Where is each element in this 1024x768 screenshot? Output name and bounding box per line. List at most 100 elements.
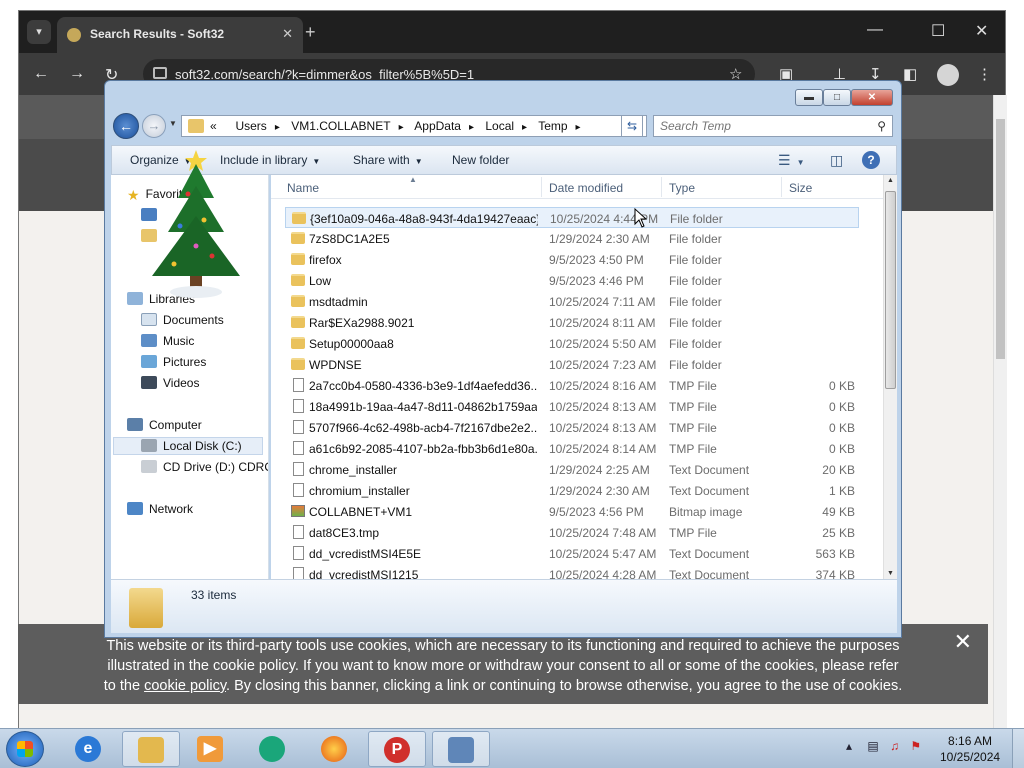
page-scrollbar-thumb[interactable] <box>996 119 1005 359</box>
side-panel-icon[interactable]: ◧ <box>903 65 917 83</box>
file-row[interactable]: dd_vcredistMSI4E5E 10/25/2024 5:47 AM Text… <box>285 543 859 564</box>
explorer-forward-button[interactable]: → <box>142 114 166 138</box>
search-icon[interactable]: ⚲ <box>877 119 886 133</box>
taskbar-file-explorer[interactable] <box>122 731 180 767</box>
file-row[interactable]: 5707f966-4c62-498b-acb4-7f2167dbe2e2....… <box>285 417 859 438</box>
refresh-icon[interactable]: ⇆ <box>621 115 643 137</box>
file-row[interactable]: {3ef10a09-046a-48a8-943f-4da19427eaac} 10… <box>285 207 859 228</box>
new-folder-button[interactable]: New folder <box>452 153 509 167</box>
nav-music[interactable]: Music <box>141 334 194 348</box>
file-type: File folder <box>669 295 722 309</box>
cookie-text-prefix: to the <box>103 678 145 694</box>
network-status-icon[interactable]: ▤ <box>867 739 878 753</box>
start-button[interactable] <box>6 731 44 767</box>
nav-local-disk-label: Local Disk (C:) <box>163 439 242 453</box>
file-row[interactable]: COLLABNET+VM1 9/5/2023 4:56 PM Bitmap imag… <box>285 501 859 522</box>
chevron-right-icon[interactable]: ▸ <box>522 122 527 133</box>
clock[interactable]: 8:16 AM 10/25/2024 <box>940 733 1000 765</box>
file-row[interactable]: chromium_installer 1/29/2024 2:30 AM Text … <box>285 480 859 501</box>
file-row[interactable]: a61c6b92-2085-4107-bb2a-fbb3b6d1e80a... 1… <box>285 438 859 459</box>
search-input[interactable] <box>660 117 870 135</box>
file-name: chromium_installer <box>309 484 410 498</box>
scroll-up-icon[interactable]: ▲ <box>887 177 894 184</box>
view-options-icon[interactable]: ☰ ▼ <box>778 152 804 169</box>
christmas-tree-gadget[interactable] <box>150 146 242 302</box>
cookie-policy-link[interactable]: cookie policy <box>144 678 226 694</box>
nav-local-disk[interactable]: Local Disk (C:) <box>113 437 263 455</box>
chevron-right-icon[interactable]: ▸ <box>399 122 404 133</box>
breadcrumb-temp[interactable]: Temp <box>538 119 567 133</box>
preview-pane-icon[interactable]: ◫ <box>830 152 843 169</box>
file-row[interactable]: Setup00000aa8 10/25/2024 5:50 AM File fold… <box>285 333 859 354</box>
page-scrollbar[interactable] <box>993 95 1007 729</box>
taskbar-firefox[interactable] <box>306 731 364 767</box>
show-desktop-button[interactable] <box>1012 729 1024 768</box>
recent-pages-dropdown-icon[interactable]: ▼ <box>169 119 177 128</box>
minimize-icon[interactable]: — <box>867 21 883 39</box>
menu-kebab-icon[interactable]: ⋮ <box>977 65 992 83</box>
tab-close-icon[interactable]: ✕ <box>282 26 293 42</box>
maximize-icon[interactable]: ☐ <box>931 21 945 41</box>
file-row[interactable]: Rar$EXa2988.9021 10/25/2024 8:11 AM File f… <box>285 312 859 333</box>
nav-computer[interactable]: Computer <box>127 418 202 432</box>
breadcrumb-users[interactable]: Users <box>235 119 266 133</box>
search-box[interactable]: ⚲ <box>653 115 893 137</box>
forward-arrow-icon[interactable]: → <box>69 65 85 83</box>
file-list-scrollbar[interactable]: ▲ ▼ <box>883 175 897 579</box>
file-row[interactable]: WPDNSE 10/25/2024 7:23 AM File folder <box>285 354 859 375</box>
taskbar-chat-app[interactable] <box>244 731 302 767</box>
new-tab-button[interactable]: + <box>305 22 316 43</box>
show-hidden-icons-icon[interactable]: ▴ <box>846 739 852 753</box>
taskbar-p-app[interactable]: P <box>368 731 426 767</box>
file-row[interactable]: dat8CE3.tmp 10/25/2024 7:48 AM TMP File 25 … <box>285 522 859 543</box>
taskbar-internet-explorer[interactable]: e <box>60 731 118 767</box>
share-with-button[interactable]: Share with ▼ <box>353 153 423 167</box>
column-name[interactable]: Name <box>287 181 319 195</box>
column-size[interactable]: Size <box>789 181 812 195</box>
back-arrow-icon[interactable]: ← <box>33 65 49 83</box>
file-list-scrollbar-thumb[interactable] <box>885 191 896 389</box>
site-info-icon[interactable] <box>153 67 167 79</box>
file-row[interactable]: firefox 9/5/2023 4:50 PM File folder <box>285 249 859 270</box>
nav-pictures[interactable]: Pictures <box>141 355 206 369</box>
file-row[interactable]: Low 9/5/2023 4:46 PM File folder <box>285 270 859 291</box>
explorer-close-button[interactable]: ✕ <box>851 89 893 106</box>
chevron-down-icon: ▼ <box>414 157 423 166</box>
chevron-right-icon[interactable]: ▸ <box>275 122 280 133</box>
action-center-icon[interactable]: ⚑ <box>910 739 921 753</box>
breadcrumb-local[interactable]: Local <box>485 119 514 133</box>
breadcrumb-appdata[interactable]: AppData <box>414 119 461 133</box>
chevron-right-icon[interactable]: ▸ <box>576 122 581 133</box>
explorer-minimize-button[interactable]: ▬ <box>795 89 823 106</box>
file-row[interactable]: dd_vcredistMSI1215 10/25/2024 4:28 AM Text… <box>285 564 859 579</box>
close-window-icon[interactable]: ✕ <box>975 21 988 41</box>
explorer-address-bar[interactable]: « Users ▸ VM1.COLLABNET ▸ AppData ▸ Local ▸ … <box>181 115 647 137</box>
breadcrumb-vm1[interactable]: VM1.COLLABNET <box>291 119 390 133</box>
chevron-right-icon[interactable]: ▸ <box>469 122 474 133</box>
column-date-modified[interactable]: Date modified <box>549 181 623 195</box>
column-type[interactable]: Type <box>669 181 695 195</box>
file-type: File folder <box>669 358 722 372</box>
nav-videos[interactable]: Videos <box>141 376 199 390</box>
profile-avatar[interactable] <box>937 64 959 86</box>
explorer-back-button[interactable]: ← <box>113 113 139 139</box>
nav-cd-drive[interactable]: CD Drive (D:) CDROM <box>141 460 268 474</box>
help-icon[interactable]: ? <box>862 151 880 169</box>
nav-documents[interactable]: Documents <box>141 313 224 327</box>
explorer-maximize-button[interactable]: □ <box>823 89 851 106</box>
volume-muted-icon[interactable]: ♫ <box>890 739 899 753</box>
nav-network[interactable]: Network <box>127 502 193 516</box>
file-date-modified: 10/25/2024 5:47 AM <box>549 547 657 561</box>
file-row[interactable]: 7zS8DC1A2E5 1/29/2024 2:30 AM File folder <box>285 228 859 249</box>
file-row[interactable]: 18a4991b-19aa-4a47-8d11-04862b1759aa... 1… <box>285 396 859 417</box>
tab-search-button[interactable]: ▾ <box>27 20 51 44</box>
tab-search-results[interactable]: Search Results - Soft32 ✕ <box>57 17 303 53</box>
file-row[interactable]: msdtadmin 10/25/2024 7:11 AM File folder <box>285 291 859 312</box>
cookie-close-icon[interactable]: ✕ <box>954 631 972 653</box>
file-row[interactable]: 2a7cc0b4-0580-4336-b3e9-1df4aefedd36....… <box>285 375 859 396</box>
taskbar-media-player[interactable]: ▶ <box>182 731 240 767</box>
scroll-down-icon[interactable]: ▼ <box>887 570 894 577</box>
file-row[interactable]: chrome_installer 1/29/2024 2:25 AM Text Do… <box>285 459 859 480</box>
breadcrumb-overflow[interactable]: « <box>210 119 217 133</box>
taskbar-network-app[interactable] <box>432 731 490 767</box>
